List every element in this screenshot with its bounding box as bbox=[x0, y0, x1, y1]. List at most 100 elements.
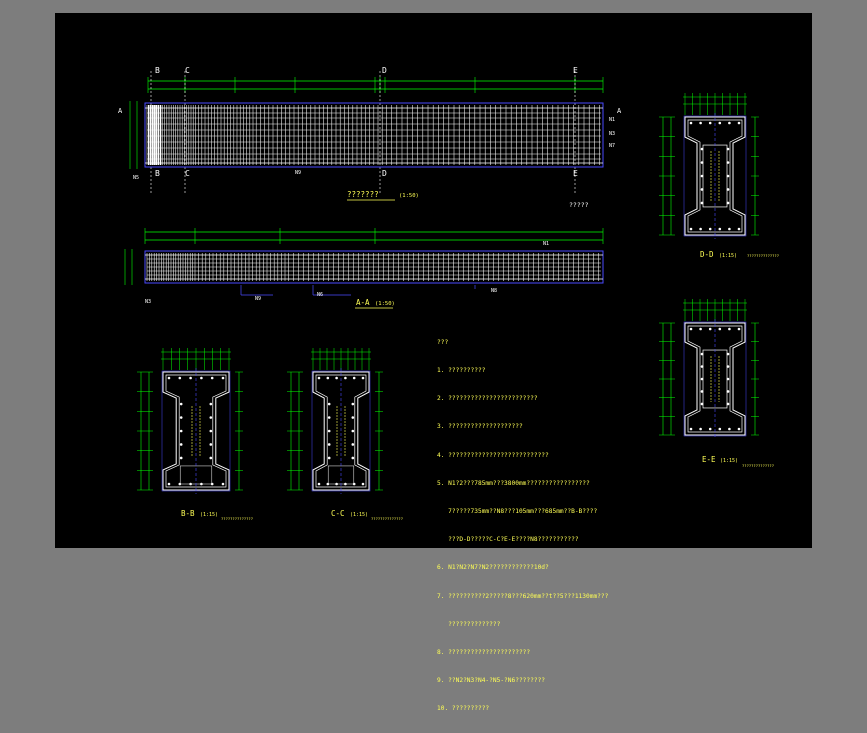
note-line: 9. ??N2?N3?N4-?N5-?N6???????? bbox=[437, 677, 546, 685]
rebar-dot bbox=[728, 327, 731, 331]
rebar-dot bbox=[335, 482, 338, 486]
rebar-dot bbox=[689, 227, 693, 231]
section-c-c bbox=[287, 348, 383, 494]
rebar-dot bbox=[699, 227, 702, 231]
plan-rebar-n8: N8 bbox=[491, 288, 497, 294]
rebar-dot bbox=[351, 416, 355, 419]
note-line: 2. ???????????????????????? bbox=[437, 395, 538, 403]
section-ee-note: ?????????????? bbox=[742, 463, 774, 468]
plan-view: N1 N3 N9 N6 N8 A-A (1:50) bbox=[124, 228, 604, 309]
rebar-dot bbox=[700, 365, 704, 368]
rebar-dot bbox=[189, 376, 192, 380]
rebar-dot bbox=[728, 427, 731, 431]
rebar-dot bbox=[351, 429, 355, 433]
design-notes: ??? 1. ?????????? 2. ???????????????????… bbox=[437, 319, 608, 733]
note-line: 8. ?????????????????????? bbox=[437, 649, 531, 657]
rebar-dot bbox=[726, 161, 730, 164]
rebar-dot bbox=[726, 201, 730, 205]
rebar-dot bbox=[718, 227, 722, 231]
rebar-dot bbox=[221, 376, 225, 380]
rebar-dot bbox=[689, 327, 693, 331]
marker-top-c: C bbox=[185, 66, 190, 75]
rebar-dot bbox=[210, 482, 214, 486]
rebar-dot bbox=[700, 402, 704, 406]
rebar-dot bbox=[167, 482, 171, 486]
note-line: 5. N1?2???785mm???3800mm????????????????… bbox=[437, 479, 590, 487]
rebar-dot bbox=[700, 161, 704, 164]
note-line: 7. ??????????2?????8???620mm??t??5???113… bbox=[437, 592, 609, 600]
rebar-dot bbox=[344, 376, 347, 380]
note-line: 4. ??????????????????????????? bbox=[437, 451, 549, 459]
rebar-dot bbox=[209, 456, 213, 460]
rebar-dot bbox=[326, 376, 330, 380]
rebar-dot bbox=[700, 188, 704, 191]
end-block-rebar bbox=[154, 105, 156, 165]
rebar-dot bbox=[699, 327, 702, 331]
marker-bottom-d: D bbox=[382, 169, 387, 178]
rebar-dot bbox=[718, 427, 722, 431]
rebar-dot bbox=[700, 201, 704, 205]
rebar-dot bbox=[700, 352, 704, 356]
rebar-dot bbox=[700, 174, 704, 178]
section-cc-title: C-C bbox=[331, 509, 345, 518]
rebar-dot bbox=[689, 121, 693, 125]
elevation-view: B C D E B C D E A A N1 N3 N7 N5 N9 ?????… bbox=[118, 66, 622, 209]
rebar-dot bbox=[708, 121, 712, 125]
rebar-dot bbox=[351, 443, 355, 446]
notes-heading: ??? bbox=[437, 338, 449, 346]
rebar-dot bbox=[178, 482, 182, 486]
marker-top-d: D bbox=[382, 66, 387, 75]
marker-top-e: E bbox=[573, 66, 578, 75]
cad-viewport[interactable]: B C D E B C D E A A N1 N3 N7 N5 N9 ?????… bbox=[0, 0, 867, 712]
rebar-dot bbox=[718, 327, 722, 331]
rebar-dot bbox=[179, 402, 183, 406]
marker-top-b: B bbox=[155, 66, 160, 75]
section-cc-scale: (1:15) bbox=[350, 512, 368, 518]
elevation-scale: (1:50) bbox=[399, 193, 419, 199]
rebar-dot bbox=[200, 376, 203, 380]
plan-scale: (1:50) bbox=[375, 301, 395, 307]
note-line: 6. N1?N2?N7?N2????????????10d? bbox=[437, 564, 549, 572]
rebar-dot bbox=[221, 482, 225, 486]
marker-bottom-e: E bbox=[573, 169, 578, 178]
rebar-dot bbox=[327, 402, 331, 406]
rebar-dot bbox=[728, 121, 731, 125]
rebar-dot bbox=[178, 376, 182, 380]
marker-end-a-right: A bbox=[617, 107, 622, 115]
plan-rebar-n9: N9 bbox=[255, 296, 261, 302]
note-line: 10. ?????????? bbox=[437, 705, 490, 713]
rebar-dot bbox=[351, 456, 355, 460]
rebar-dot bbox=[726, 390, 730, 393]
rebar-dot bbox=[699, 121, 702, 125]
elevation-rebar-n9: N9 bbox=[295, 170, 301, 176]
note-line: 7?????735mm??N8???105mm???685mm??B-B???? bbox=[437, 508, 598, 516]
rebar-dot bbox=[737, 327, 741, 331]
section-dd-title: D-D bbox=[700, 250, 714, 259]
elevation-rebar-n3: N3 bbox=[609, 131, 615, 137]
elevation-rebar-n5: N5 bbox=[133, 175, 139, 181]
plan-rebar-n1: N1 bbox=[543, 241, 549, 247]
rebar-dot bbox=[726, 174, 730, 178]
marker-bottom-c: C bbox=[185, 169, 190, 178]
section-dd-scale: (1:15) bbox=[719, 253, 737, 259]
section-bb-scale: (1:15) bbox=[200, 512, 218, 518]
rebar-dot bbox=[179, 456, 183, 460]
rebar-dot bbox=[209, 429, 213, 433]
rebar-dot bbox=[726, 188, 730, 191]
rebar-dot bbox=[327, 456, 331, 460]
rebar-dot bbox=[726, 352, 730, 356]
rebar-dot bbox=[317, 376, 321, 380]
rebar-dot bbox=[327, 429, 331, 433]
drawing-canvas[interactable]: B C D E B C D E A A N1 N3 N7 N5 N9 ?????… bbox=[55, 13, 812, 712]
section-ee-scale: (1:15) bbox=[720, 458, 738, 464]
elevation-rebar-n7: N7 bbox=[609, 143, 615, 149]
rebar-dot bbox=[728, 227, 731, 231]
rebar-dot bbox=[699, 427, 702, 431]
rebar-dot bbox=[737, 121, 741, 125]
rebar-dot bbox=[335, 376, 338, 380]
rebar-dot bbox=[209, 443, 213, 446]
rebar-dot bbox=[361, 376, 365, 380]
rebar-dot bbox=[700, 377, 704, 381]
end-block-rebar bbox=[150, 105, 152, 165]
rebar-dot bbox=[326, 482, 330, 486]
